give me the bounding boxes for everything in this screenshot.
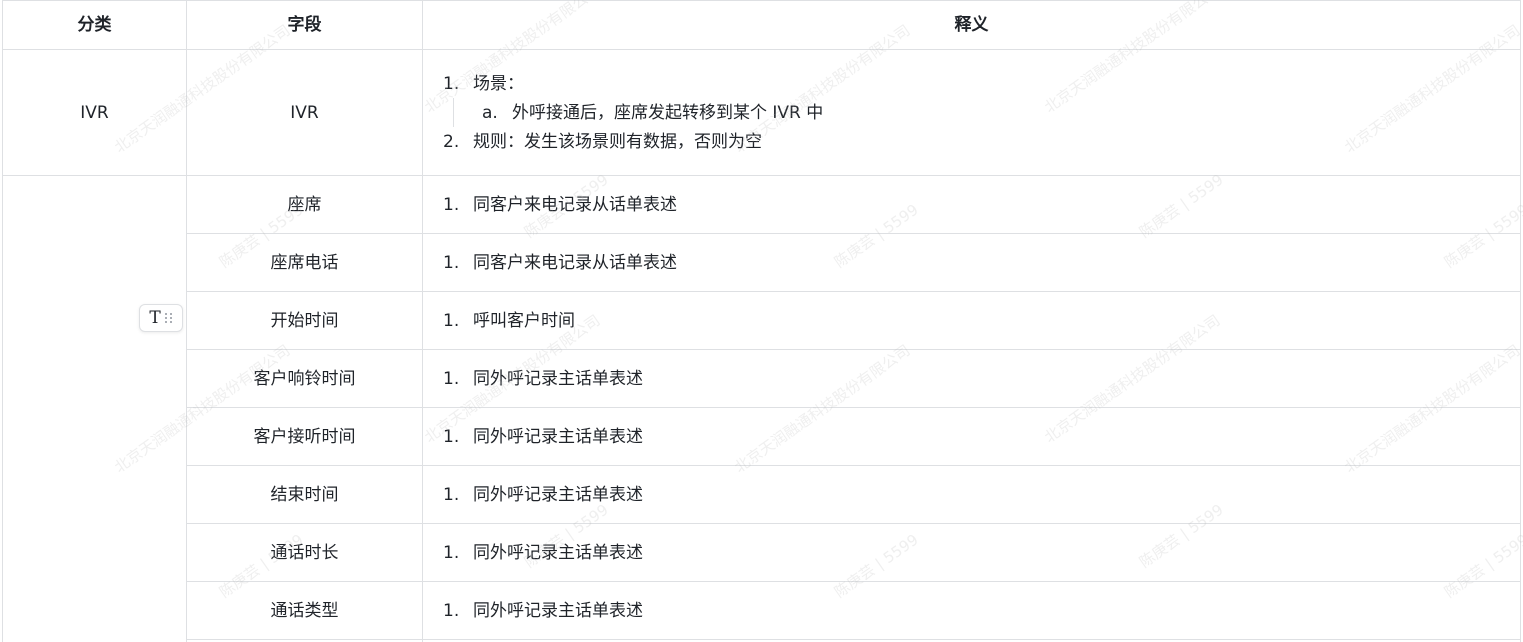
table-row: 座席 1. 同客户来电记录从话单表述 xyxy=(2,175,1521,642)
field-cell-ivr[interactable]: IVR xyxy=(186,49,423,176)
header-description: 释义 xyxy=(422,0,1521,50)
list-number: 1. xyxy=(443,542,460,563)
field-definition-table: 分类 字段 释义 IVR IVR 1. 场景： a. 外呼接通后，座席发起转移到… xyxy=(2,0,1521,642)
table-row: 通话时长 1. 同外呼记录主话单表述 xyxy=(3,523,1521,582)
field-cell[interactable]: 座席电话 xyxy=(186,233,423,292)
list-text: 呼叫客户时间 xyxy=(473,310,575,331)
sub-list-text: 外呼接通后，座席发起转移到某个 IVR 中 xyxy=(512,102,824,123)
sub-list-letter: a. xyxy=(482,102,498,123)
table-row-ivr: IVR IVR 1. 场景： a. 外呼接通后，座席发起转移到某个 IVR 中 … xyxy=(2,49,1521,176)
header-category: 分类 xyxy=(2,0,187,50)
list-text: 规则：发生该场景则有数据，否则为空 xyxy=(473,131,762,152)
list-text: 同外呼记录主话单表述 xyxy=(473,600,643,621)
document-page: 分类 字段 释义 IVR IVR 1. 场景： a. 外呼接通后，座席发起转移到… xyxy=(0,0,1523,642)
table-row: 结束时间 1. 同外呼记录主话单表述 xyxy=(3,465,1521,524)
list-number: 1. xyxy=(443,252,460,273)
list-text: 同客户来电记录从话单表述 xyxy=(473,252,677,273)
list-text: 同外呼记录主话单表述 xyxy=(473,368,643,389)
field-cell[interactable]: 客户响铃时间 xyxy=(186,349,423,408)
field-cell[interactable]: 通话类型 xyxy=(186,581,423,640)
description-cell[interactable]: 1. 同外呼记录主话单表述 xyxy=(422,349,1521,408)
list-text: 同客户来电记录从话单表述 xyxy=(473,194,677,215)
table-header-row: 分类 字段 释义 xyxy=(2,0,1521,50)
list-text: 同外呼记录主话单表述 xyxy=(473,484,643,505)
block-type-handle[interactable]: T xyxy=(139,304,183,332)
field-cell[interactable]: 通话时长 xyxy=(186,523,423,582)
field-cell[interactable]: 客户接听时间 xyxy=(186,407,423,466)
list-number: 1. xyxy=(443,426,460,447)
table-row: 座席电话 1. 同客户来电记录从话单表述 xyxy=(3,233,1521,292)
field-cell[interactable]: 座席 xyxy=(186,175,423,234)
field-cell[interactable]: 开始时间 xyxy=(186,291,423,350)
drag-handle-icon xyxy=(164,313,173,323)
category-cell-merged[interactable] xyxy=(2,175,187,642)
list-text: 同外呼记录主话单表述 xyxy=(473,426,643,447)
list-text: 同外呼记录主话单表述 xyxy=(473,542,643,563)
table-row: 开始时间 1. 呼叫客户时间 xyxy=(3,291,1521,350)
sub-list-item: a. 外呼接通后，座席发起转移到某个 IVR 中 xyxy=(453,98,1520,127)
description-cell[interactable]: 1. 呼叫客户时间 xyxy=(422,291,1521,350)
list-number: 1. xyxy=(443,194,460,215)
description-cell[interactable]: 1. 同外呼记录主话单表述 xyxy=(422,465,1521,524)
description-cell[interactable]: 1. 同客户来电记录从话单表述 xyxy=(422,233,1521,292)
list-number: 1. xyxy=(443,310,460,331)
description-cell[interactable]: 1. 同外呼记录主话单表述 xyxy=(422,523,1521,582)
table-row: 通话类型 1. 同外呼记录主话单表述 xyxy=(3,581,1521,640)
list-number: 1. xyxy=(443,484,460,505)
table-row: 客户接听时间 1. 同外呼记录主话单表述 xyxy=(3,407,1521,466)
list-number: 2. xyxy=(443,131,460,152)
description-cell[interactable]: 1. 同外呼记录主话单表述 xyxy=(422,581,1521,640)
text-type-icon: T xyxy=(149,307,161,328)
description-cell[interactable]: 1. 同客户来电记录从话单表述 xyxy=(422,175,1521,234)
category-cell-ivr[interactable]: IVR xyxy=(2,49,187,176)
list-number: 1. xyxy=(443,600,460,621)
list-number: 1. xyxy=(443,73,460,94)
header-field: 字段 xyxy=(186,0,423,50)
description-cell-ivr[interactable]: 1. 场景： a. 外呼接通后，座席发起转移到某个 IVR 中 2. 规则：发生… xyxy=(422,49,1521,176)
description-cell[interactable]: 1. 同外呼记录主话单表述 xyxy=(422,407,1521,466)
field-cell[interactable]: 结束时间 xyxy=(186,465,423,524)
table-row: 客户响铃时间 1. 同外呼记录主话单表述 xyxy=(3,349,1521,408)
list-number: 1. xyxy=(443,368,460,389)
list-item: 1. 场景： xyxy=(443,69,1520,98)
list-text: 场景： xyxy=(473,73,524,94)
list-item: 2. 规则：发生该场景则有数据，否则为空 xyxy=(443,127,1520,156)
